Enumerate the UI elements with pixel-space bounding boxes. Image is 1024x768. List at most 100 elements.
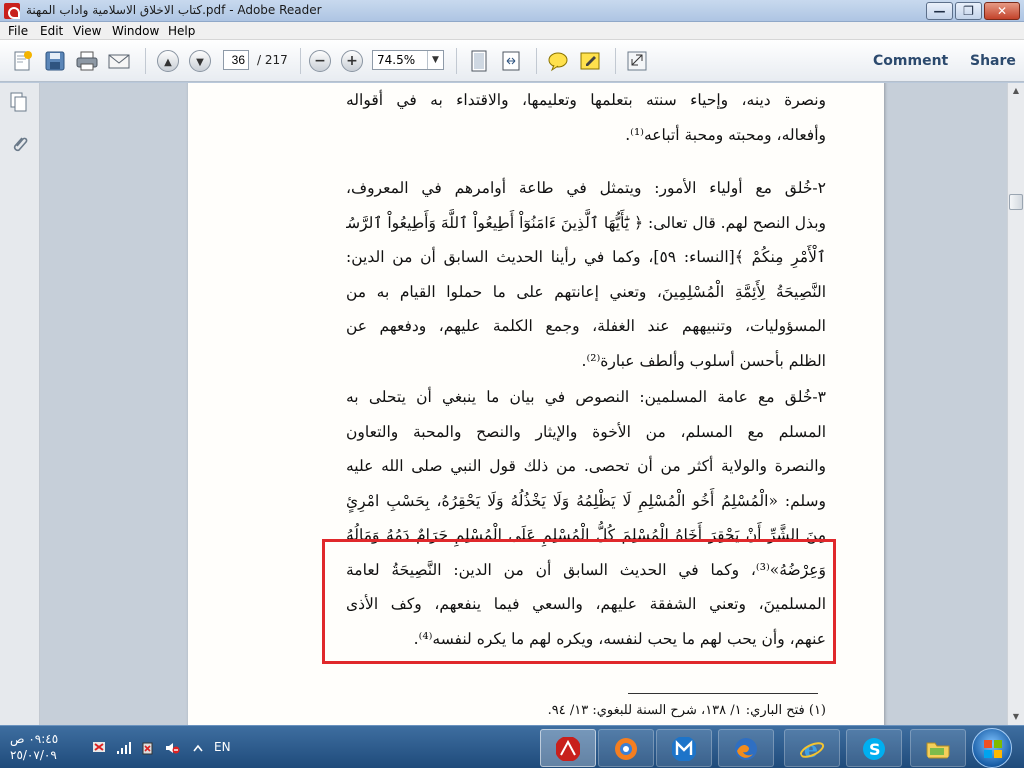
page-total: / 217 bbox=[257, 53, 288, 67]
browser-icon bbox=[615, 738, 637, 760]
action-center-flag-icon[interactable] bbox=[92, 741, 108, 755]
text-line: والنصرة والولاية أكثر من أن تحصى. من ذلك… bbox=[346, 457, 826, 475]
fit-page-button[interactable] bbox=[466, 49, 492, 73]
vertical-scrollbar[interactable]: ▲ ▼ bbox=[1007, 83, 1024, 725]
taskbar-browser[interactable] bbox=[598, 729, 654, 767]
close-icon: ✕ bbox=[996, 4, 1008, 18]
text-line: وسلم: «الْمُسْلِمُ أَخُو الْمُسْلِمِ لَا… bbox=[346, 491, 826, 510]
menu-view[interactable]: View bbox=[73, 24, 101, 38]
toolbar-separator bbox=[536, 48, 537, 74]
text-line: وأفعاله، ومحبته ومحبة أتباعه⁽¹⁾. bbox=[625, 125, 826, 144]
create-pdf-button[interactable] bbox=[10, 49, 36, 73]
speech-bubble-icon bbox=[548, 52, 568, 72]
skype-icon: S bbox=[863, 738, 885, 760]
text-line: وبذل النصح لهم. قال تعالى: ﴿ يَٰٓأَيُّهَ… bbox=[346, 213, 826, 232]
firefox-icon bbox=[735, 738, 757, 760]
arrow-up-icon: ▲ bbox=[164, 57, 172, 68]
volume-muted-icon[interactable] bbox=[164, 741, 180, 755]
internet-explorer-icon: e bbox=[799, 737, 825, 762]
taskbar-maxthon[interactable] bbox=[656, 729, 712, 767]
expand-button[interactable] bbox=[624, 49, 650, 73]
windows-logo-icon bbox=[984, 740, 1002, 758]
adobe-reader-icon bbox=[4, 3, 20, 19]
footnote-divider bbox=[628, 693, 818, 694]
print-button[interactable] bbox=[74, 49, 100, 73]
svg-text:S: S bbox=[869, 740, 881, 759]
paragraph-2: ٢-خُلق مع أولياء الأمور: ويتمثل في طاعة … bbox=[346, 171, 826, 378]
zoom-value: 74.5% bbox=[377, 53, 416, 67]
maximize-button[interactable]: ❐ bbox=[955, 2, 982, 20]
expand-icon bbox=[627, 51, 647, 71]
text-line: ٱلْأَمْرِ مِنكُمْ ﴾[النساء: ٥٩]، وكما في… bbox=[346, 248, 826, 266]
scrollbar-thumb[interactable] bbox=[1009, 194, 1023, 210]
zoom-in-button[interactable]: + bbox=[341, 50, 363, 72]
text-line: المسؤوليات، وتنبيههم عند الغفلة، وجمع ال… bbox=[346, 317, 826, 335]
highlight-text-button[interactable] bbox=[577, 49, 603, 73]
toolbar-separator bbox=[300, 48, 301, 74]
sticky-note-button[interactable] bbox=[545, 49, 571, 73]
taskbar-file-explorer[interactable] bbox=[910, 729, 966, 767]
clock-time: ٠٩:٤٥ ص bbox=[10, 732, 59, 746]
show-hidden-icons-icon[interactable] bbox=[190, 741, 206, 755]
print-icon bbox=[76, 51, 98, 71]
plus-icon: + bbox=[346, 53, 358, 69]
toolbar: ▲ ▼ − + bbox=[0, 40, 1024, 116]
menu-help[interactable]: Help bbox=[168, 24, 195, 38]
previous-page-button[interactable]: ▲ bbox=[157, 50, 179, 72]
minimize-icon: — bbox=[933, 4, 946, 18]
maxthon-icon bbox=[672, 737, 696, 761]
minimize-button[interactable]: — bbox=[926, 2, 953, 20]
text-line: ونصرة دينه، وإحياء سنته بتعلمها وتعليمها… bbox=[346, 91, 826, 109]
taskbar: ٠٩:٤٥ ص ٢٥/٠٧/٠٩ EN e S bbox=[0, 725, 1024, 768]
page-number-input[interactable] bbox=[223, 50, 249, 70]
start-button[interactable] bbox=[972, 728, 1012, 768]
text-line: النَّصِيحَةُ لِأَئِمَّةِ الْمُسْلِمِينَ،… bbox=[346, 282, 826, 301]
language-indicator[interactable]: EN bbox=[214, 740, 231, 754]
taskbar-skype[interactable]: S bbox=[846, 729, 902, 767]
navigation-panel bbox=[0, 83, 40, 725]
arrow-down-icon: ▼ bbox=[196, 57, 204, 68]
toolbar-separator bbox=[615, 48, 616, 74]
menu-window[interactable]: Window bbox=[112, 24, 159, 38]
footnote: (١) فتح الباري: ١/ ١٣٨، شرح السنة للبغوي… bbox=[547, 703, 826, 718]
text-line: ٢-خُلق مع أولياء الأمور: ويتمثل في طاعة … bbox=[346, 179, 826, 197]
share-button[interactable]: Share bbox=[970, 53, 1016, 69]
zoom-out-button[interactable]: − bbox=[309, 50, 331, 72]
clock-date: ٢٥/٠٧/٠٩ bbox=[10, 748, 57, 762]
text-line: المسلم مع المسلم، من الأخوة والإيثار وال… bbox=[346, 422, 826, 441]
full-screen-fit-button[interactable] bbox=[498, 49, 524, 73]
email-icon bbox=[108, 54, 130, 69]
page-thumbnails-icon[interactable] bbox=[9, 91, 29, 113]
adobe-reader-icon bbox=[556, 737, 580, 761]
toolbar-separator bbox=[145, 48, 146, 74]
text-line: ٣-خُلق مع عامة المسلمين: النصوص في بيان … bbox=[346, 388, 826, 406]
scroll-down-icon[interactable]: ▼ bbox=[1008, 709, 1024, 725]
fit-page-icon bbox=[471, 50, 487, 72]
title-bar: كتاب الاخلاق الاسلامية واداب المهنة.pdf … bbox=[0, 0, 1024, 22]
power-icon[interactable] bbox=[140, 741, 156, 755]
zoom-select[interactable]: 74.5% ▼ bbox=[372, 50, 444, 70]
svg-text:e: e bbox=[804, 737, 818, 762]
comment-button[interactable]: Comment bbox=[873, 53, 948, 69]
scroll-up-icon[interactable]: ▲ bbox=[1008, 83, 1024, 99]
highlight-annotation-box bbox=[322, 539, 836, 664]
taskbar-internet-explorer[interactable]: e bbox=[784, 729, 840, 767]
chevron-down-icon[interactable]: ▼ bbox=[427, 51, 443, 69]
menu-edit[interactable]: Edit bbox=[40, 24, 63, 38]
toolbar-separator bbox=[456, 48, 457, 74]
network-signal-icon[interactable] bbox=[116, 741, 132, 755]
next-page-button[interactable]: ▼ bbox=[189, 50, 211, 72]
close-button[interactable]: ✕ bbox=[984, 2, 1020, 20]
taskbar-firefox[interactable] bbox=[718, 729, 774, 767]
minus-icon: − bbox=[314, 53, 326, 69]
highlighter-icon bbox=[580, 52, 600, 70]
menu-file[interactable]: File bbox=[8, 24, 28, 38]
system-clock[interactable]: ٠٩:٤٥ ص ٢٥/٠٧/٠٩ bbox=[10, 731, 80, 763]
taskbar-adobe-reader[interactable] bbox=[540, 729, 596, 767]
paperclip-icon[interactable] bbox=[9, 133, 29, 155]
menu-bar: File Edit View Window Help bbox=[0, 22, 1024, 40]
save-button[interactable] bbox=[42, 49, 68, 73]
fit-width-icon bbox=[502, 51, 520, 71]
create-pdf-icon bbox=[14, 51, 32, 71]
email-button[interactable] bbox=[106, 49, 132, 73]
